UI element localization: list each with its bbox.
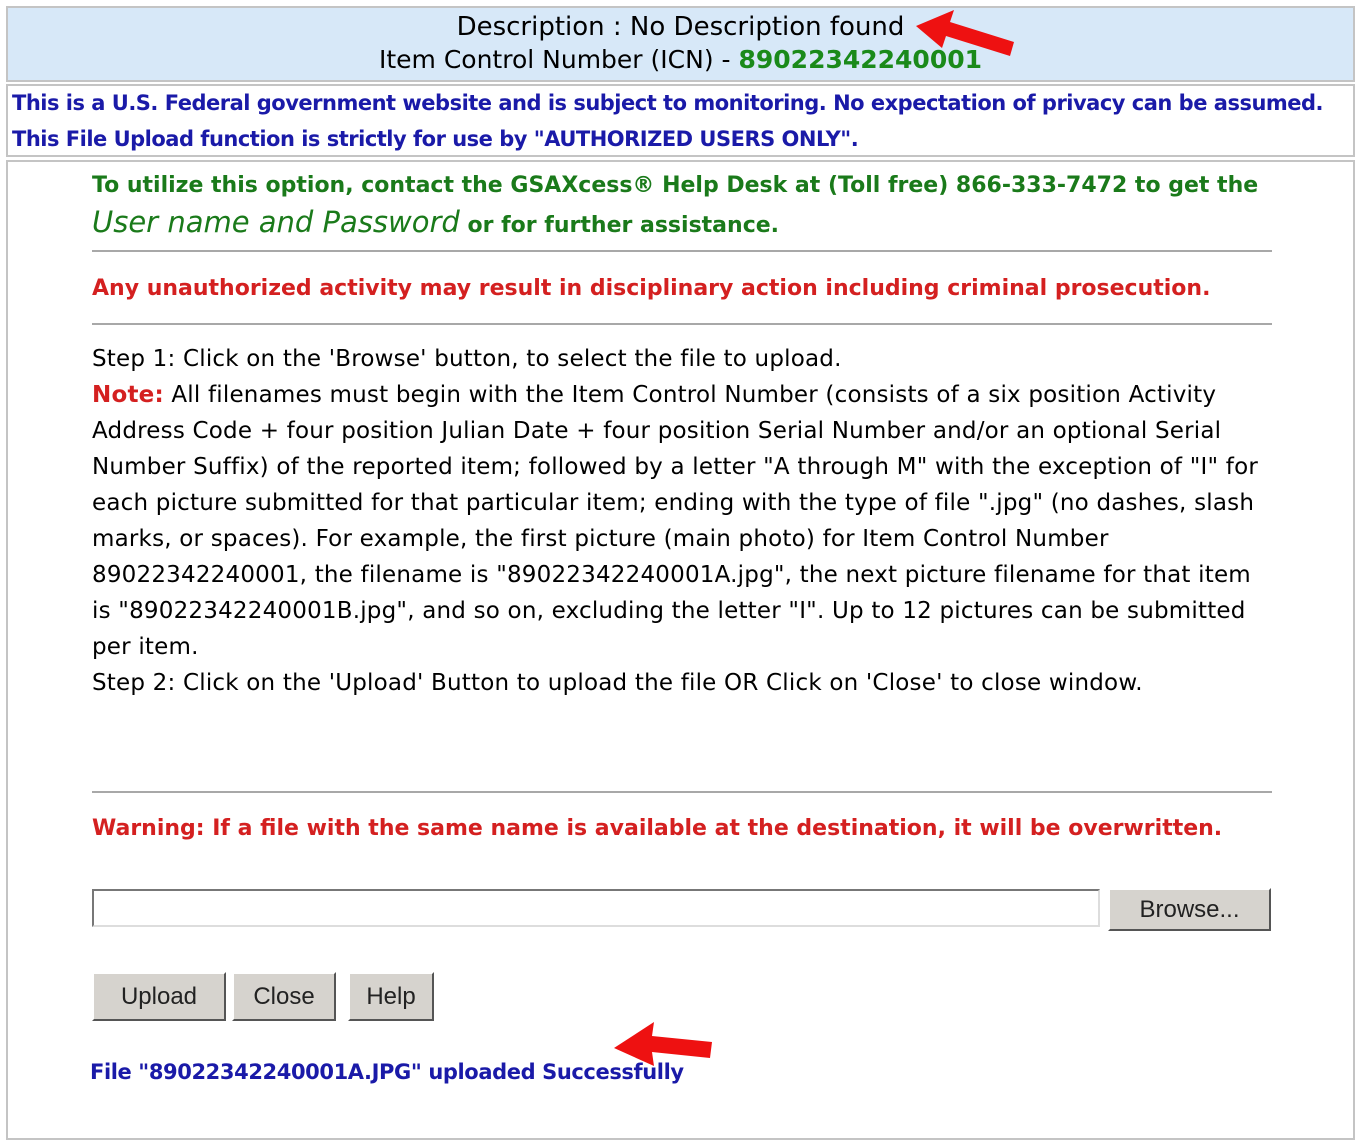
credentials-line: User name and Password or for further as…	[92, 204, 1272, 244]
divider	[92, 250, 1272, 252]
icn-label: Item Control Number (ICN) -	[378, 45, 739, 74]
authorized-users-notice: This File Upload function is strictly fo…	[12, 127, 859, 151]
help-button[interactable]: Help	[348, 972, 434, 1021]
credentials-rest: or for further assistance.	[459, 213, 780, 238]
note-paragraph: Note: All filenames must begin with the …	[92, 377, 1277, 665]
overwrite-warning: Warning: If a file with the same name is…	[92, 816, 1223, 841]
browse-button[interactable]: Browse...	[1108, 888, 1271, 931]
unauthorized-warning: Any unauthorized activity may result in …	[92, 276, 1211, 301]
divider	[92, 791, 1272, 793]
description-heading: Description : No Description found	[456, 12, 905, 42]
upload-button[interactable]: Upload	[92, 972, 226, 1021]
close-button[interactable]: Close	[232, 972, 336, 1021]
note-text: All filenames must begin with the Item C…	[92, 382, 1259, 660]
icn-heading: Item Control Number (ICN) - 890223422400…	[0, 45, 1361, 74]
step1-text: Step 1: Click on the 'Browse' button, to…	[92, 346, 842, 372]
helpdesk-line: To utilize this option, contact the GSAX…	[92, 173, 1259, 198]
upload-status-message: File "89022342240001A.JPG" uploaded Succ…	[90, 1060, 684, 1084]
red-arrow-icon	[916, 10, 1014, 56]
credentials-text: User name and Password	[92, 205, 460, 239]
red-arrow-icon	[614, 1022, 712, 1066]
instructions: Step 1: Click on the 'Browse' button, to…	[92, 341, 1277, 701]
divider	[92, 323, 1272, 325]
step2-text: Step 2: Click on the 'Upload' Button to …	[92, 670, 1143, 696]
note-label: Note:	[92, 382, 164, 408]
helpdesk-contact: To utilize this option, contact the GSAX…	[92, 168, 1272, 244]
government-notice: This is a U.S. Federal government websit…	[12, 91, 1324, 115]
file-path-input[interactable]	[92, 889, 1100, 927]
